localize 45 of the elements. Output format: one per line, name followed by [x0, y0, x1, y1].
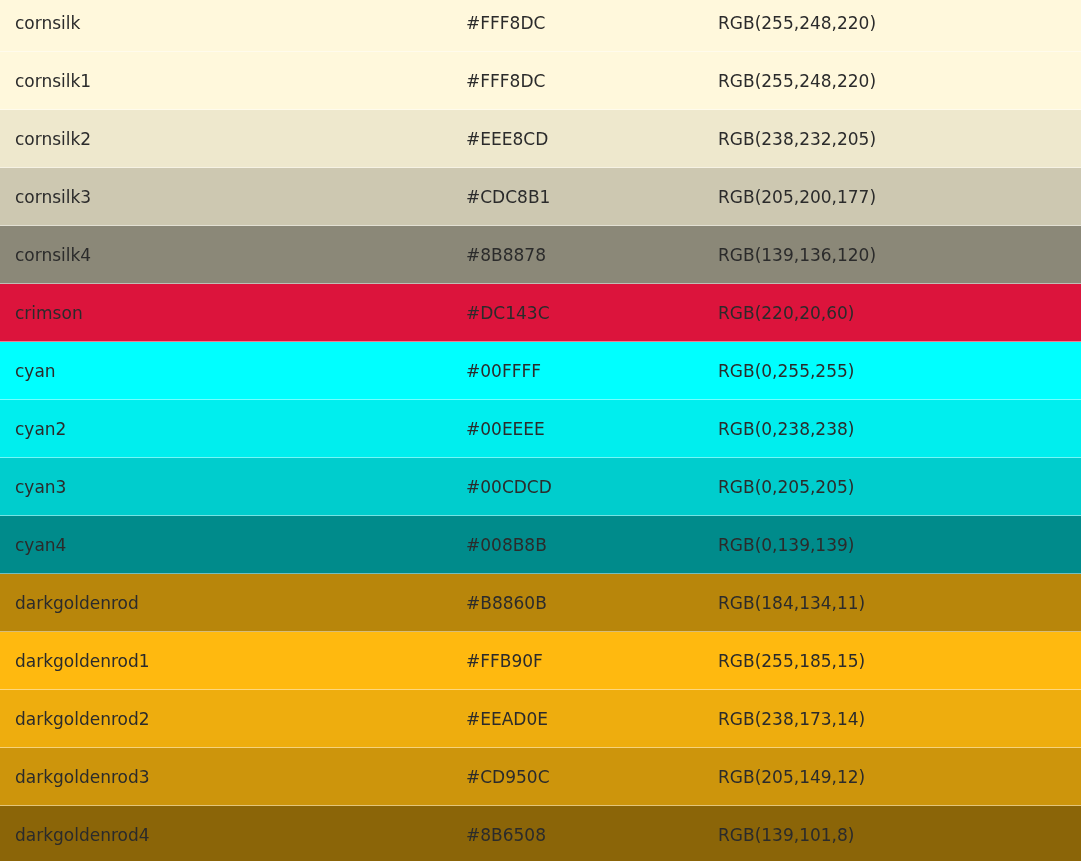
- table-cell-text: RGB(238,173,14): [718, 708, 867, 729]
- table-cell-text: darkgoldenrod1: [15, 650, 151, 671]
- table-cell-text: cornsilk3: [15, 186, 93, 207]
- table-cell-text: #EEE8CD: [466, 128, 550, 149]
- table-cell-text: #CDC8B1: [466, 186, 552, 207]
- table-cell-text: RGB(220,20,60): [718, 302, 856, 323]
- table-cell-text: cyan4: [15, 534, 68, 555]
- table-cell-text: RGB(205,200,177): [718, 186, 878, 207]
- table-cell-text: darkgoldenrod: [15, 592, 140, 613]
- table-cell-text: RGB(255,185,15): [718, 650, 867, 671]
- table-cell-text: cornsilk2: [15, 128, 93, 149]
- table-cell-text: #00FFFF: [466, 360, 542, 381]
- table-cell-text: darkgoldenrod3: [15, 766, 151, 787]
- table-cell-text: #FFB90F: [466, 650, 544, 671]
- table-cell-text: RGB(255,248,220): [718, 12, 878, 33]
- table-cell-text: #FFF8DC: [466, 70, 547, 91]
- table-cell-text: RGB(0,255,255): [718, 360, 856, 381]
- table-cell-text: cornsilk: [15, 12, 82, 33]
- table-cell-text: RGB(205,149,12): [718, 766, 867, 787]
- table-cell-text: cyan: [15, 360, 57, 381]
- table-cell-text: RGB(255,248,220): [718, 70, 878, 91]
- table-cell-text: RGB(139,101,8): [718, 824, 856, 845]
- table-cell-text: #CD950C: [466, 766, 551, 787]
- table-cell-text: RGB(238,232,205): [718, 128, 878, 149]
- table-cell-text: cornsilk4: [15, 244, 93, 265]
- table-cell-text: cyan2: [15, 418, 68, 439]
- table-cell-text: RGB(0,205,205): [718, 476, 856, 497]
- table-cell-text: darkgoldenrod4: [15, 824, 151, 845]
- table-cell-text: #8B8878: [466, 244, 547, 265]
- table-cell-text: #00EEEE: [466, 418, 546, 439]
- table-cell-text: #FFF8DC: [466, 12, 547, 33]
- table-cell-text: #8B6508: [466, 824, 547, 845]
- table-cell-text: RGB(0,238,238): [718, 418, 856, 439]
- table-cell-text: #DC143C: [466, 302, 551, 323]
- table-cell-text: #EEAD0E: [466, 708, 549, 729]
- table-cell-text: #00CDCD: [466, 476, 553, 497]
- table-cell-text: RGB(0,139,139): [718, 534, 856, 555]
- table-cell-text: darkgoldenrod2: [15, 708, 151, 729]
- table-cell-text: crimson: [15, 302, 84, 323]
- table-cell-text: cyan3: [15, 476, 68, 497]
- table-cell-text: RGB(184,134,11): [718, 592, 867, 613]
- table-cell-text: cornsilk1: [15, 70, 93, 91]
- table-cell-text: #008B8B: [466, 534, 548, 555]
- table-cell-text: RGB(139,136,120): [718, 244, 878, 265]
- table-cell-text: #B8860B: [466, 592, 548, 613]
